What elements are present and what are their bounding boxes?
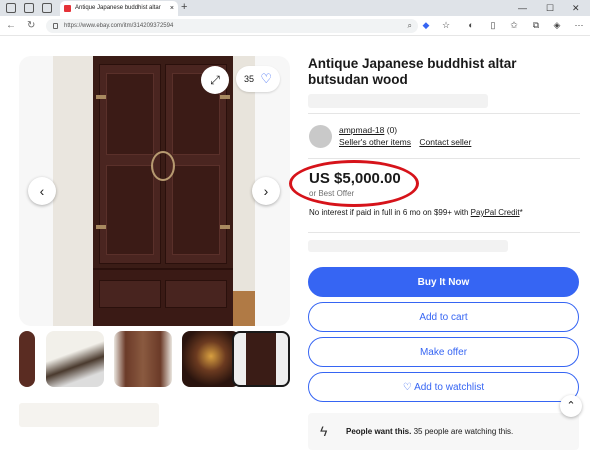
favorites-icon[interactable]: ✩ xyxy=(509,20,519,30)
cabinet-drawer xyxy=(165,280,227,308)
chevron-right-icon: › xyxy=(263,183,269,199)
add-to-cart-button[interactable]: Add to cart xyxy=(308,302,579,332)
chevron-left-icon: ‹ xyxy=(39,183,45,199)
seller-avatar[interactable] xyxy=(309,125,332,148)
lightning-icon: ϟ xyxy=(320,423,328,439)
watchers-banner: ϟ People want this. 35 people are watchi… xyxy=(308,413,579,450)
shopping-tag-icon[interactable]: ◆ xyxy=(421,20,431,30)
url-text: https://www.ebay.com/itm/314209372594 xyxy=(64,23,174,29)
add-to-watchlist-label: Add to watchlist xyxy=(414,382,485,393)
blurred-content xyxy=(308,240,508,252)
next-image-button[interactable]: › xyxy=(252,177,280,205)
add-to-watchlist-button[interactable]: ♡ Add to watchlist xyxy=(308,372,579,402)
watch-count-button[interactable]: 35 ♡ xyxy=(236,66,280,92)
zoom-icon[interactable]: ⌕ xyxy=(408,19,412,33)
contact-seller-link[interactable]: Contact seller xyxy=(419,137,471,147)
expand-image-button[interactable]: ⤢ xyxy=(201,66,229,94)
image-gallery: ‹ › xyxy=(19,56,290,326)
watchers-text: People want this. 35 people are watching… xyxy=(346,427,514,436)
divider xyxy=(308,158,580,159)
brass-lock-plate xyxy=(151,151,175,181)
minimize-button[interactable]: — xyxy=(518,0,527,16)
seller-name-link[interactable]: ampmad-18 xyxy=(339,125,384,135)
favorite-star-icon[interactable]: ☆ xyxy=(441,20,451,30)
divider xyxy=(308,113,580,114)
heart-icon: ♡ xyxy=(402,382,412,393)
browser-tab-strip: Antique Japanese buddhist altar × + — ☐ … xyxy=(0,0,590,16)
close-window-button[interactable]: ✕ xyxy=(572,0,580,16)
paypal-credit-link[interactable]: PayPal Credit xyxy=(471,208,520,217)
maximize-button[interactable]: ☐ xyxy=(546,0,554,16)
lock-icon xyxy=(53,23,58,29)
collections-icon[interactable]: ⧉ xyxy=(531,20,541,30)
address-bar[interactable]: https://www.ebay.com/itm/314209372594 ⌕ xyxy=(46,19,418,33)
seller-links: Seller's other items Contact seller xyxy=(339,137,477,147)
seller-info: ampmad-18 (0) xyxy=(339,125,397,135)
thumbnail-selected[interactable] xyxy=(232,331,290,387)
expand-arrows-icon: ⤢ xyxy=(210,73,220,87)
address-toolbar: ← ↻ https://www.ebay.com/itm/31420937259… xyxy=(0,16,590,36)
make-offer-button[interactable]: Make offer xyxy=(308,337,579,367)
refresh-icon[interactable]: ↻ xyxy=(27,19,35,33)
ebay-favicon-icon xyxy=(64,5,71,12)
shield-icon[interactable]: ◈ xyxy=(552,20,562,30)
main-product-photo[interactable] xyxy=(53,56,255,326)
buy-it-now-button[interactable]: Buy It Now xyxy=(308,267,579,297)
thumbnail[interactable] xyxy=(46,331,104,387)
cabinet-drawer xyxy=(99,280,161,308)
thumbnail-strip xyxy=(19,331,290,389)
extension-icon[interactable]: ◐ xyxy=(466,20,476,30)
altar-cabinet xyxy=(93,56,233,326)
blurred-content xyxy=(19,403,159,427)
chevron-up-icon: ⌃ xyxy=(566,400,576,412)
tab-title: Antique Japanese buddhist altar xyxy=(75,5,161,11)
item-title: Antique Japanese buddhist altar butsudan… xyxy=(308,56,517,87)
thumbnail[interactable] xyxy=(114,331,172,387)
seller-other-items-link[interactable]: Seller's other items xyxy=(339,137,411,147)
thumbnail[interactable] xyxy=(19,331,35,387)
tab-actions-icon[interactable] xyxy=(42,3,52,13)
back-icon[interactable]: ← xyxy=(6,19,16,33)
split-screen-icon[interactable]: ▯ xyxy=(488,20,498,30)
scroll-to-top-button[interactable]: ⌃ xyxy=(560,395,582,417)
profile-icon[interactable] xyxy=(6,3,16,13)
red-annotation-circle xyxy=(289,160,419,207)
divider xyxy=(308,232,580,233)
prev-image-button[interactable]: ‹ xyxy=(28,177,56,205)
tab-close-icon[interactable]: × xyxy=(170,1,174,16)
heart-icon: ♡ xyxy=(260,71,272,86)
browser-tab-active[interactable]: Antique Japanese buddhist altar × xyxy=(60,1,178,16)
financing-info: No interest if paid in full in 6 mo on $… xyxy=(309,208,523,217)
blurred-content xyxy=(308,94,488,108)
watch-count: 35 xyxy=(244,74,255,84)
menu-dots-icon[interactable]: ⋯ xyxy=(574,20,584,30)
seller-feedback: (0) xyxy=(386,125,398,135)
new-tab-button[interactable]: + xyxy=(181,0,187,15)
workspaces-icon[interactable] xyxy=(24,3,34,13)
